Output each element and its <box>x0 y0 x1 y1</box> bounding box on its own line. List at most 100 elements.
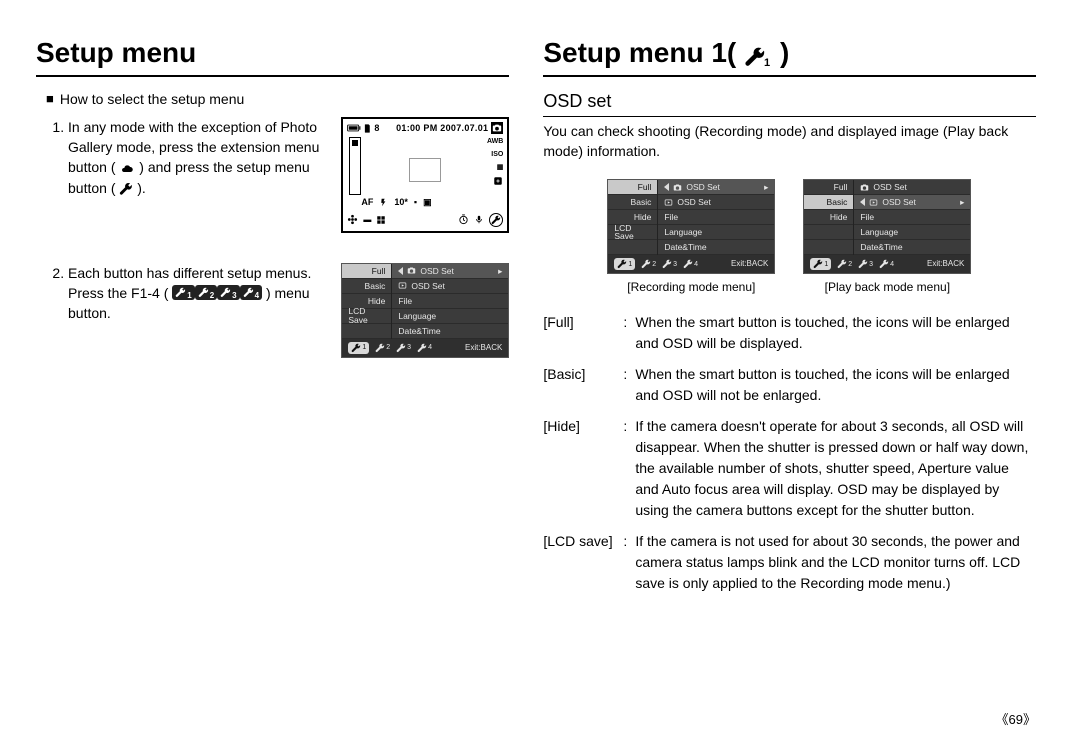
lcd-awb: AWB <box>487 137 503 147</box>
f4-badge: 4 <box>240 285 262 300</box>
caption-recording: [Recording mode menu] <box>627 280 755 294</box>
menu-left-lcdsave: LCD Save <box>342 309 391 324</box>
footer-wrench4-icon: 4 <box>683 259 698 269</box>
menu-left-basic: Basic <box>342 279 391 294</box>
caption-play: [Play back mode menu] <box>825 280 950 294</box>
play-icon <box>398 281 407 290</box>
definition-table: [Full] : When the smart button is touche… <box>543 312 1036 594</box>
play-left-full: Full <box>804 180 853 195</box>
def-basic: [Basic] : When the smart button is touch… <box>543 364 1036 406</box>
step1-text-c: ). <box>137 180 146 196</box>
play-right-date: Date&Time <box>854 240 970 255</box>
flower-icon <box>347 214 358 225</box>
lcd-datetime: 01:00 PM 2007.07.01 <box>396 122 488 135</box>
wrench-title-icon: 1 <box>744 46 772 68</box>
camera-icon <box>407 266 416 275</box>
footer-wrench4-icon: 4 <box>879 259 894 269</box>
left-arrow-icon <box>398 267 403 275</box>
rec-left-basic: Basic <box>608 195 657 210</box>
footer-wrench1-icon: 1 <box>810 258 831 270</box>
lcd-iso: ISO <box>491 150 503 160</box>
focus-frame <box>409 158 441 182</box>
f2-badge: 2 <box>195 285 217 300</box>
step-2: Each button has different setup menus. P… <box>68 263 509 358</box>
footer-wrench3-icon: 3 <box>396 343 411 353</box>
f3-badge: 3 <box>217 285 239 300</box>
grid-icon <box>376 215 386 225</box>
right-column: Setup menu 1( 1 ) OSD set You can check … <box>543 38 1036 722</box>
footer-wrench1-icon: 1 <box>614 258 635 270</box>
zoom-bar <box>349 137 361 195</box>
menu-right-osdset2: OSD Set <box>392 279 508 294</box>
footer-wrench3-icon: 3 <box>858 259 873 269</box>
footer-wrench2-icon: 2 <box>641 259 656 269</box>
rec-right-file: File <box>658 210 774 225</box>
step-1: In any mode with the exception of Photo … <box>68 117 509 233</box>
wrench-circle-button <box>489 213 503 227</box>
play-left-hide: Hide <box>804 210 853 225</box>
left-column: Setup menu ■ How to select the setup men… <box>36 38 509 722</box>
lcd-ten: 10* <box>394 196 408 209</box>
howto-text: How to select the setup menu <box>60 91 244 107</box>
play-right-lang: Language <box>854 225 970 240</box>
left-arrow-icon <box>664 183 669 191</box>
menu-right-lang: Language <box>392 309 508 324</box>
def-full: [Full] : When the smart button is touche… <box>543 312 1036 354</box>
mic-icon <box>474 214 484 225</box>
play-left-basic: Basic <box>804 195 853 210</box>
footer-wrench4-icon: 4 <box>417 343 432 353</box>
setup-menu-full: Full Basic Hide LCD Save OSD Set▸ OSD Se… <box>341 263 509 358</box>
play-right-file: File <box>854 210 970 225</box>
intro-text: You can check shooting (Recording mode) … <box>543 121 1036 162</box>
cloud-icon <box>119 163 135 175</box>
camera-icon <box>673 183 682 192</box>
rec-exit: Exit:BACK <box>731 260 768 268</box>
def-lcdsave: [LCD save] : If the camera is not used f… <box>543 531 1036 594</box>
def-hide: [Hide] : If the camera doesn't operate f… <box>543 416 1036 521</box>
menu-left-empty <box>342 324 391 339</box>
caret-icon: ▸ <box>498 267 502 276</box>
footer-wrench2-icon: 2 <box>837 259 852 269</box>
playback-mode-menu: Full Basic Hide OSD Set OSD Set▸ File La… <box>803 179 971 274</box>
camera-icon <box>860 183 869 192</box>
howto-heading: ■ How to select the setup menu <box>46 91 509 107</box>
play-exit: Exit:BACK <box>927 260 964 268</box>
menu-sq-icon: ▬ <box>363 214 371 226</box>
card-icon <box>364 124 371 133</box>
wrench-icon <box>119 182 133 196</box>
menu-right-date: Date&Time <box>392 324 508 339</box>
page-number: 《69》 <box>996 709 1037 728</box>
lcd-count: 8 <box>374 122 379 135</box>
ev-icon <box>493 176 503 186</box>
rec-left-full: Full <box>608 180 657 195</box>
f1-badge: 1 <box>172 285 194 300</box>
rec-left-empty <box>608 240 657 255</box>
menu-right-file: File <box>392 294 508 309</box>
rect-icon: ▪ <box>414 196 417 209</box>
rec-right-osdset2: OSD Set <box>658 195 774 210</box>
rec-right-osdset1: OSD Set▸ <box>658 180 774 195</box>
play-right-osdset1: OSD Set <box>854 180 970 195</box>
rec-right-date: Date&Time <box>658 240 774 255</box>
camera-mode-icon <box>491 122 503 134</box>
play-icon <box>664 198 673 207</box>
meter-icon: ▣ <box>423 196 432 209</box>
title-right: Setup menu 1( 1 ) <box>543 38 789 73</box>
caret-icon: ▸ <box>764 183 768 192</box>
lcd-preview: 8 01:00 PM 2007.07.01 AWB ISO ▦ <box>341 117 509 233</box>
timer-icon <box>458 214 469 225</box>
flash-icon <box>379 197 388 208</box>
play-left-empty2 <box>804 240 853 255</box>
caret-icon: ▸ <box>960 198 964 207</box>
quality-icon: ▦ <box>497 163 504 173</box>
footer-wrench2-icon: 2 <box>375 343 390 353</box>
lcd-af: AF <box>361 196 373 209</box>
play-right-osdset2: OSD Set▸ <box>854 195 970 210</box>
footer-wrench1-icon: 1 <box>348 342 369 354</box>
title-left: Setup menu <box>36 38 196 73</box>
rec-left-lcdsave: LCD Save <box>608 225 657 240</box>
square-bullet-icon: ■ <box>46 91 54 107</box>
battery-icon <box>347 124 361 132</box>
play-left-empty1 <box>804 225 853 240</box>
rec-right-lang: Language <box>658 225 774 240</box>
